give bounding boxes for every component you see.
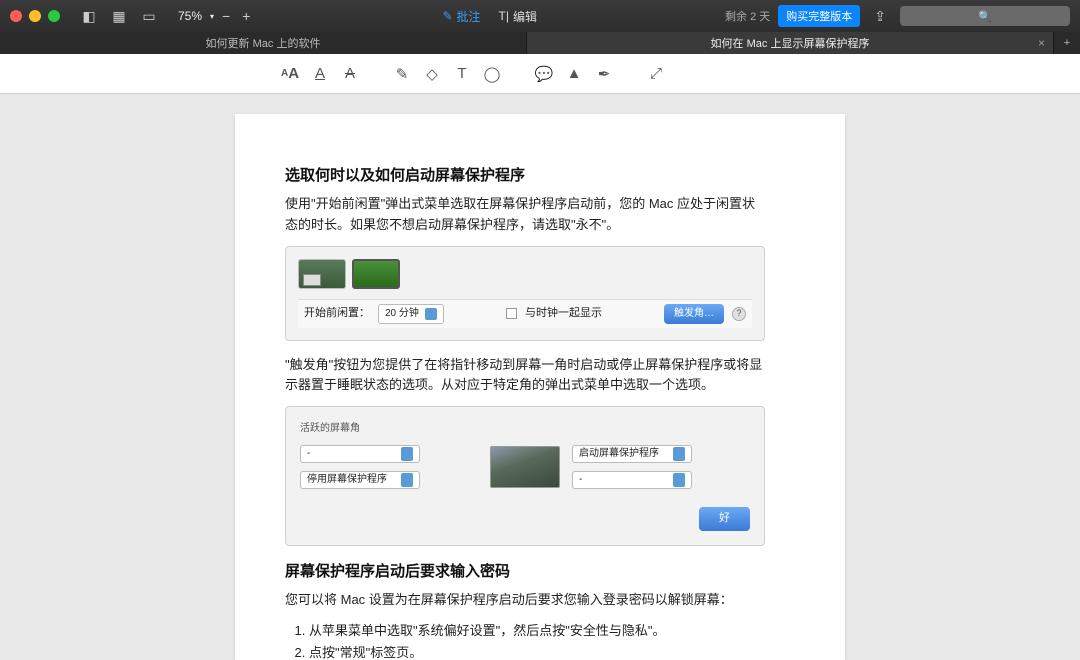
shape-icon[interactable]: ◯ <box>482 64 502 84</box>
thumbnail-icon[interactable]: ▭ <box>138 7 160 25</box>
grid-icon[interactable]: ▦ <box>108 7 130 25</box>
comment-icon[interactable]: 💬 <box>534 64 554 84</box>
tab-1-title: 如何更新 Mac 上的软件 <box>206 35 321 51</box>
editor-toolbar: AA A A ✎ ◇ T ◯ 💬 ▲ ✒ ⤢ <box>0 54 1080 94</box>
annotate-button[interactable]: ✎ 批注 <box>442 8 480 25</box>
steps-list: 从苹果菜单中选取"系统偏好设置"，然后点按"安全性与隐私"。 点按"常规"标签页… <box>309 621 765 660</box>
hot-corners-title: 活跃的屏幕角 <box>300 421 750 437</box>
zoom-value[interactable]: 75% <box>174 9 206 23</box>
document-page: 选取何时以及如何启动屏幕保护程序 使用"开始前闲置"弹出式菜单选取在屏幕保护程序… <box>235 114 845 660</box>
font-size-icon[interactable]: AA <box>280 64 300 84</box>
text-icon: T| <box>499 9 509 23</box>
edit-label: 编辑 <box>513 8 537 25</box>
maximize-window[interactable] <box>48 10 60 22</box>
dd-bl-value: 停用屏幕保护程序 <box>307 472 387 488</box>
help-icon[interactable]: ? <box>732 307 746 321</box>
zoom-in[interactable]: + <box>238 8 254 24</box>
dd-tr-value: 启动屏幕保护程序 <box>579 446 659 462</box>
corner-dropdown-tl[interactable]: - <box>300 445 420 463</box>
buy-button[interactable]: 购买完整版本 <box>778 5 860 27</box>
strikethrough-icon[interactable]: A <box>340 64 360 84</box>
step-2: 点按"常规"标签页。 <box>309 643 765 660</box>
hot-corners-preview <box>490 446 560 488</box>
edit-button[interactable]: T| 编辑 <box>499 8 537 25</box>
ok-button[interactable]: 好 <box>699 507 750 531</box>
idle-label: 开始前闲置： <box>304 305 370 323</box>
text-tool-icon[interactable]: T <box>452 64 472 84</box>
trial-text: 剩余 2 天 <box>725 8 770 24</box>
step-1: 从苹果菜单中选取"系统偏好设置"，然后点按"安全性与隐私"。 <box>309 621 765 642</box>
zoom-control: 75% ▾ − + <box>174 8 254 24</box>
tab-1[interactable]: 如何更新 Mac 上的软件 <box>0 32 527 54</box>
window-controls <box>10 10 60 22</box>
clock-label: 与时钟一起显示 <box>525 305 602 323</box>
corner-dropdown-tr[interactable]: 启动屏幕保护程序 <box>572 445 692 463</box>
paragraph-2: "触发角"按钮为您提供了在将指针移动到屏幕一角时启动或停止屏幕保护程序或将显示器… <box>285 355 765 397</box>
paragraph-1: 使用"开始前闲置"弹出式菜单选取在屏幕保护程序启动前，您的 Mac 应处于闲置状… <box>285 194 765 236</box>
share-icon[interactable]: ⇪ <box>874 8 886 25</box>
pen-icon[interactable]: ✒ <box>594 64 614 84</box>
embedded-screenshot-2: 活跃的屏幕角 - 启动屏幕保护程序 停用屏幕保护程序 - 好 <box>285 406 765 546</box>
zoom-out[interactable]: − <box>218 8 234 24</box>
pencil-icon: ✎ <box>442 9 452 23</box>
clock-checkbox[interactable] <box>506 308 517 319</box>
titlebar: ◧ ▦ ▭ 75% ▾ − + ✎ 批注 T| 编辑 剩余 2 天 购买完整版本… <box>0 0 1080 32</box>
screensaver-thumb-1 <box>298 259 346 289</box>
dd-tl-value: - <box>307 446 310 462</box>
stamp-icon[interactable]: ▲ <box>564 64 584 84</box>
corner-dropdown-br[interactable]: - <box>572 471 692 489</box>
sidebar-icon[interactable]: ◧ <box>78 7 100 25</box>
eraser-icon[interactable]: ◇ <box>422 64 442 84</box>
heading-1: 选取何时以及如何启动屏幕保护程序 <box>285 164 765 188</box>
expand-icon[interactable]: ⤢ <box>646 64 666 84</box>
idle-dropdown-value: 20 分钟 <box>385 306 419 322</box>
dd-br-value: - <box>579 472 582 488</box>
underline-icon[interactable]: A <box>310 64 330 84</box>
workspace: 选取何时以及如何启动屏幕保护程序 使用"开始前闲置"弹出式菜单选取在屏幕保护程序… <box>0 94 1080 660</box>
tab-bar: 如何更新 Mac 上的软件 × 如何在 Mac 上显示屏幕保护程序 + <box>0 32 1080 54</box>
embedded-screenshot-1: 开始前闲置： 20 分钟 与时钟一起显示 触发角… ? <box>285 246 765 341</box>
tab-close-icon[interactable]: × <box>1038 36 1045 50</box>
tab-2-title: 如何在 Mac 上显示屏幕保护程序 <box>711 35 870 51</box>
paragraph-3: 您可以将 Mac 设置为在屏幕保护程序启动后要求您输入登录密码以解锁屏幕： <box>285 590 765 611</box>
hot-corners-button[interactable]: 触发角… <box>664 304 724 324</box>
corner-dropdown-bl[interactable]: 停用屏幕保护程序 <box>300 471 420 489</box>
annotate-label: 批注 <box>457 8 481 25</box>
close-window[interactable] <box>10 10 22 22</box>
tab-2[interactable]: × 如何在 Mac 上显示屏幕保护程序 <box>527 32 1054 54</box>
minimize-window[interactable] <box>29 10 41 22</box>
idle-dropdown[interactable]: 20 分钟 <box>378 304 444 324</box>
add-tab[interactable]: + <box>1054 32 1080 54</box>
screensaver-thumb-2 <box>352 259 400 289</box>
highlighter-icon[interactable]: ✎ <box>392 64 412 84</box>
search-input[interactable]: 🔍 <box>900 6 1070 26</box>
search-icon: 🔍 <box>978 10 992 23</box>
zoom-dropdown-icon[interactable]: ▾ <box>210 12 214 21</box>
heading-2: 屏幕保护程序启动后要求输入密码 <box>285 560 765 584</box>
